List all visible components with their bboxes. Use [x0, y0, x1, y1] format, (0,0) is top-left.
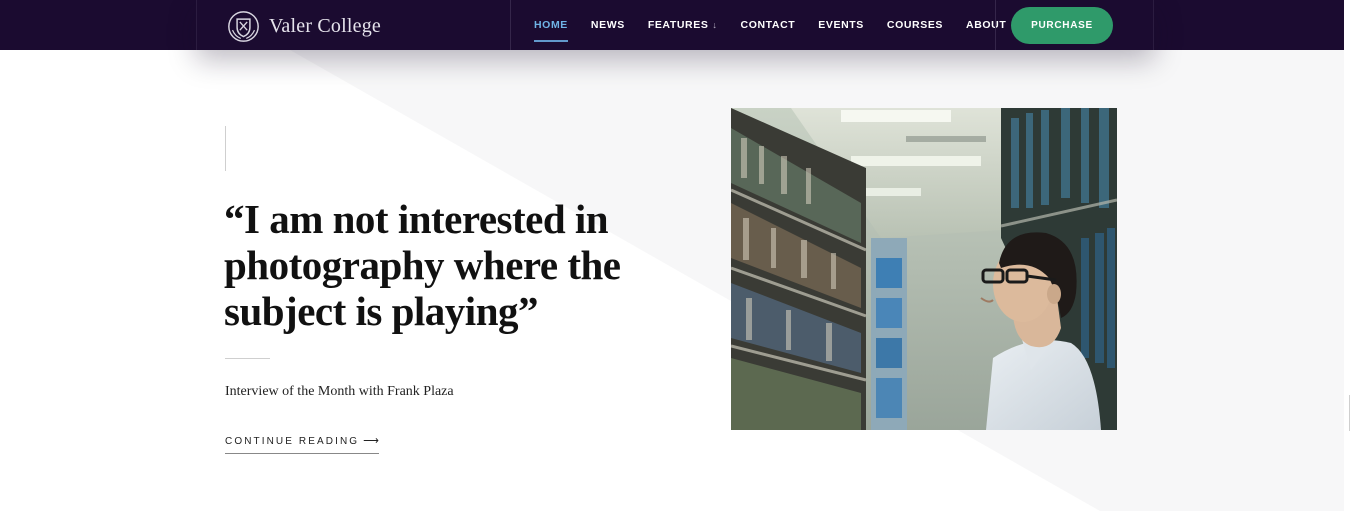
nav-item-events-label: EVENTS — [818, 19, 864, 31]
nav-item-contact[interactable]: CONTACT — [741, 0, 796, 50]
header-divider-right — [995, 0, 996, 50]
arrow-right-icon: ⟶ — [363, 435, 379, 447]
scrollbar-indicator[interactable] — [1349, 395, 1350, 431]
nav-item-courses[interactable]: COURSES — [887, 0, 943, 50]
nav-item-courses-label: COURSES — [886, 19, 944, 31]
nav-item-events[interactable]: EVENTS — [818, 0, 864, 50]
nav-item-features-label: FEATURES — [647, 19, 709, 31]
dropdown-arrow-icon: ↓ — [712, 20, 718, 30]
header-divider-left — [510, 0, 511, 50]
hero-subtitle: Interview of the Month with Frank Plaza — [225, 384, 454, 399]
nav-item-contact-label: CONTACT — [740, 19, 796, 31]
background-diagonal-panel — [290, 50, 1352, 511]
purchase-button[interactable]: PURCHASE — [1011, 7, 1113, 44]
nav-item-home[interactable]: HOME — [534, 0, 568, 50]
page-right-edge — [1344, 0, 1352, 511]
main-navigation: HOME NEWS FEATURES ↓ CONTACT EVENTS COUR… — [534, 0, 1029, 50]
library-photo-illustration — [731, 108, 1117, 430]
site-header: Valer College HOME NEWS FEATURES ↓ CONTA… — [196, 0, 1154, 50]
nav-item-about-label: ABOUT — [966, 19, 1007, 31]
nav-item-features[interactable]: FEATURES ↓ — [648, 0, 718, 50]
hero-quote: “I am not interested in photography wher… — [224, 196, 621, 334]
brand-logo[interactable]: Valer College — [227, 10, 381, 42]
header-background-right — [1154, 0, 1344, 50]
nav-item-news[interactable]: NEWS — [591, 0, 625, 50]
continue-reading-link[interactable]: CONTINUE READING ⟶ — [225, 434, 379, 454]
decorative-vertical-line — [225, 126, 226, 171]
nav-item-news-label: NEWS — [590, 19, 625, 31]
active-indicator — [534, 40, 568, 42]
header-background-left — [0, 0, 196, 50]
nav-item-about[interactable]: ABOUT — [966, 0, 1006, 50]
brand-name: Valer College — [269, 14, 382, 37]
decorative-divider — [225, 358, 270, 359]
continue-reading-label: CONTINUE READING — [225, 436, 360, 447]
crest-shield-icon — [228, 10, 259, 42]
nav-item-home-label: HOME — [534, 19, 568, 31]
hero-photo-library — [731, 108, 1117, 430]
